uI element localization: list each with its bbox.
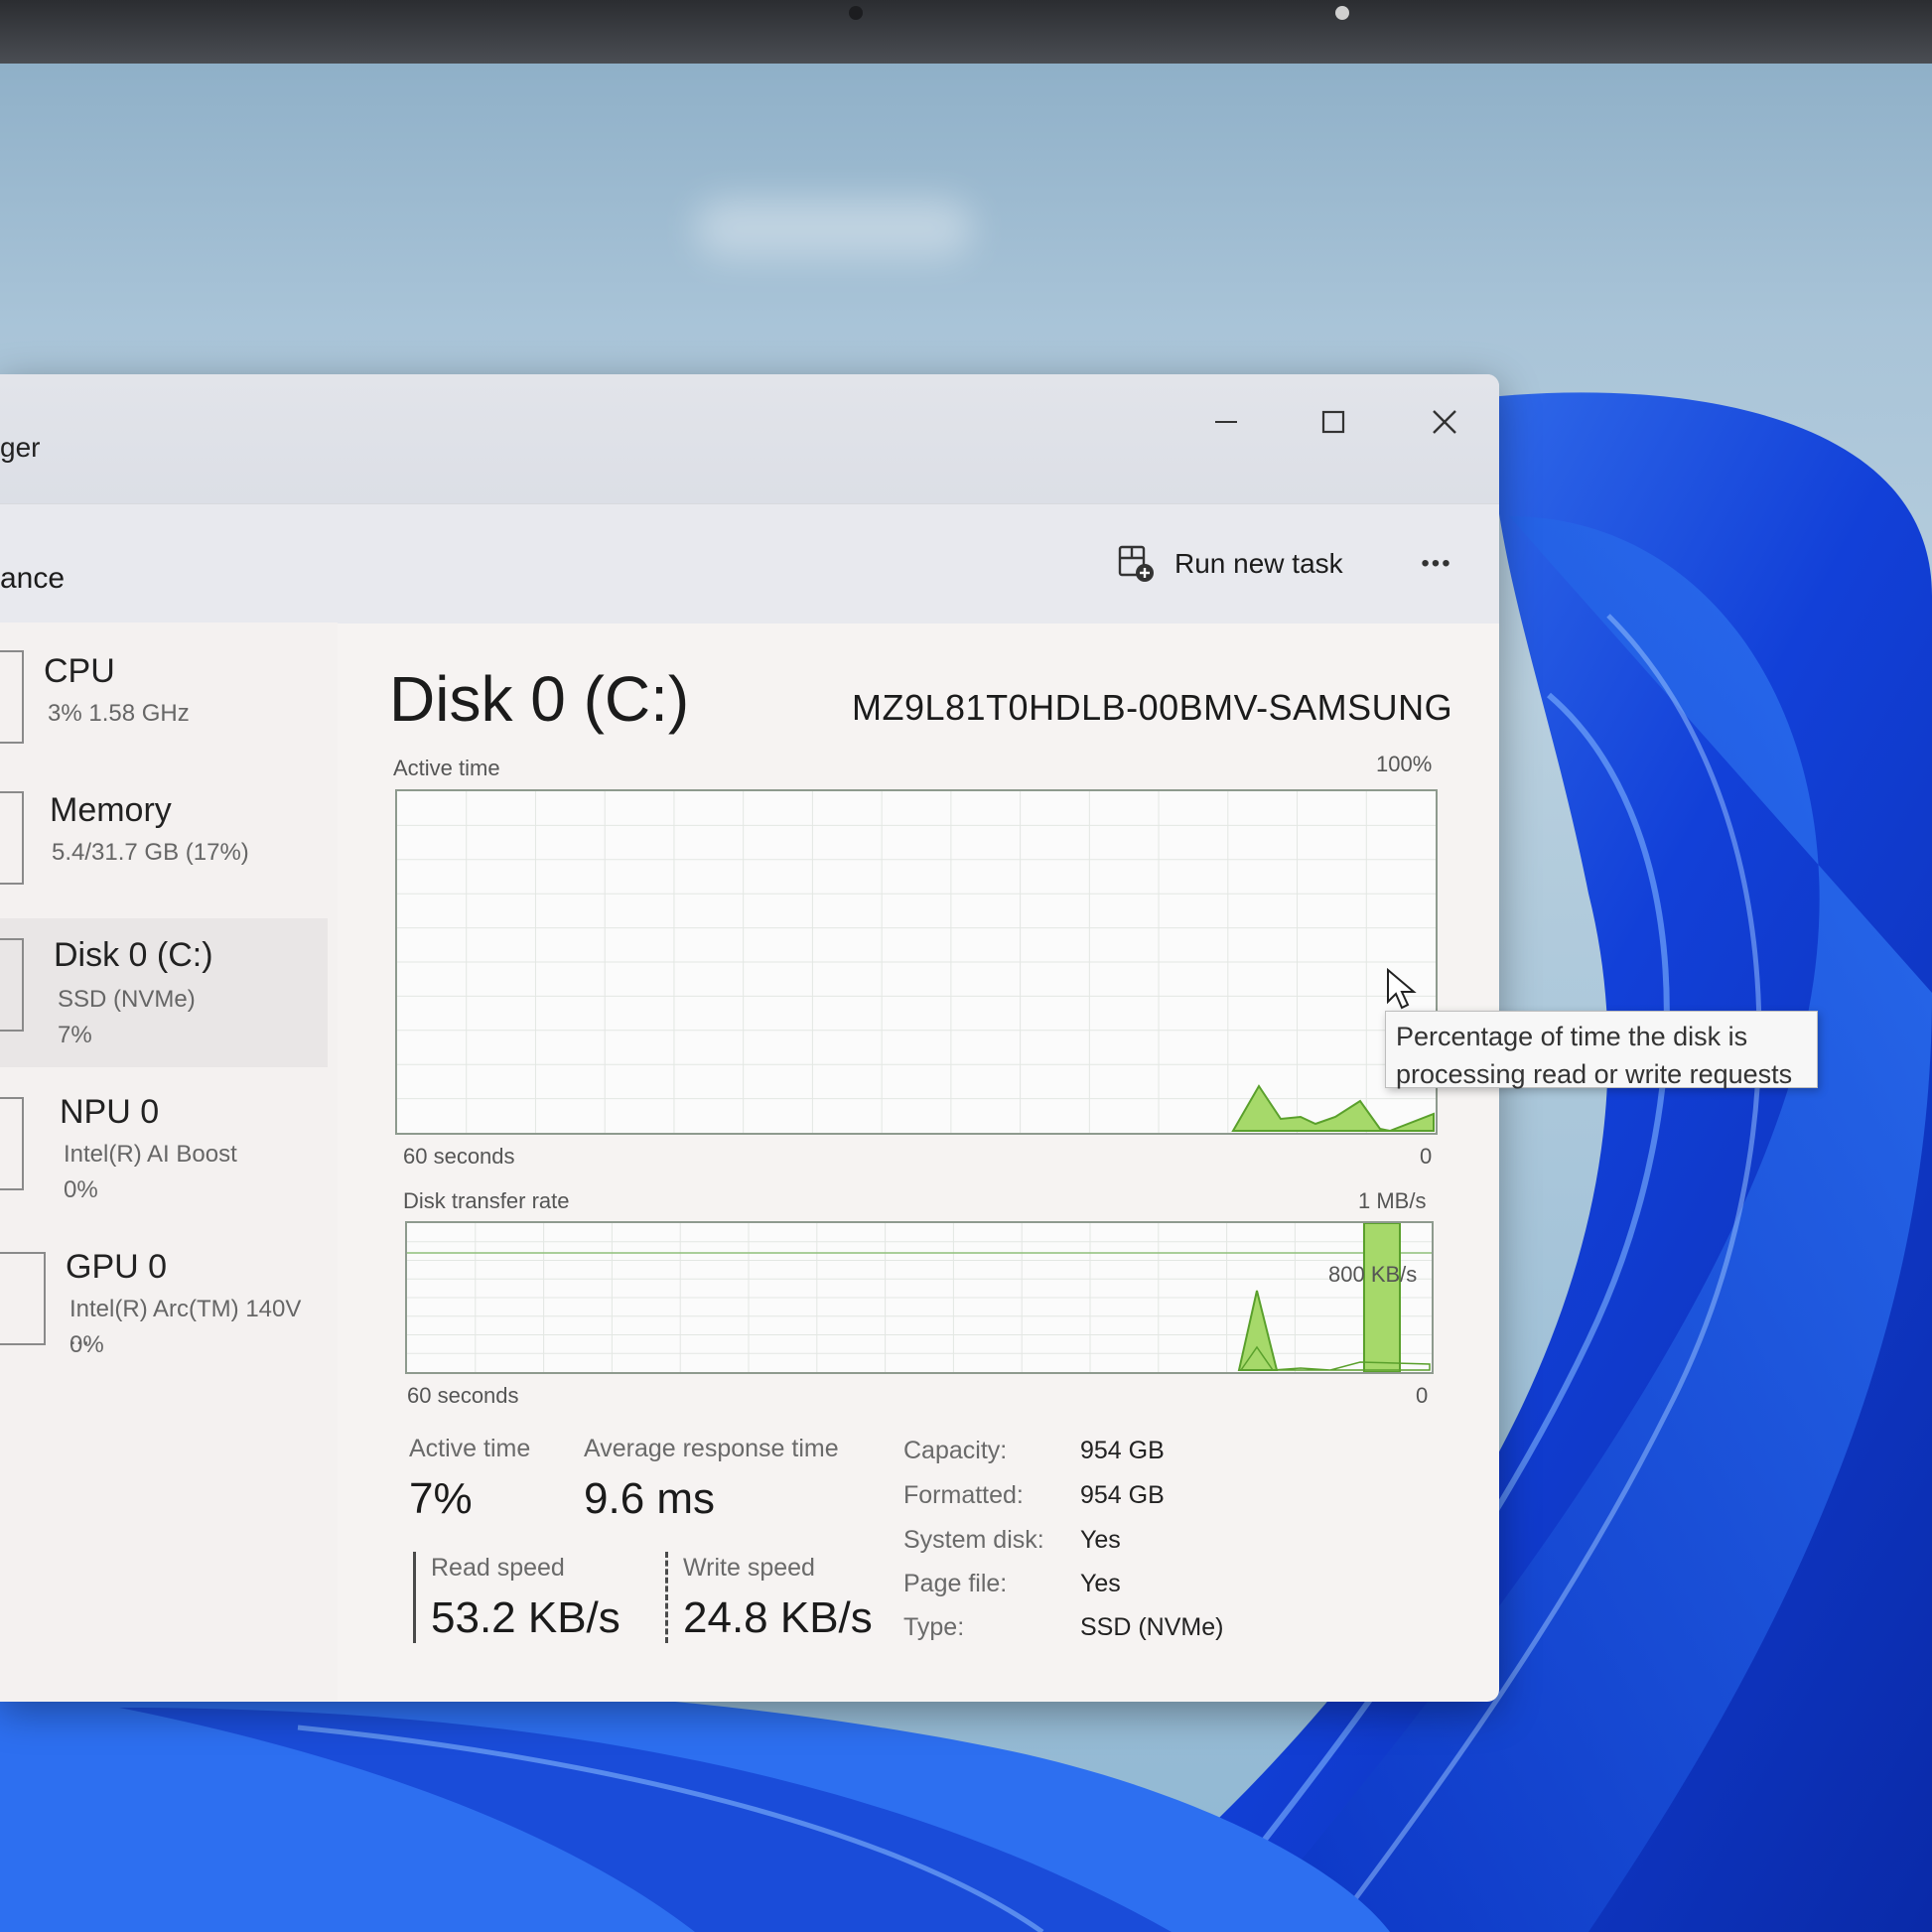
write-speed-value: 24.8 KB/s <box>683 1593 873 1642</box>
sidebar-item-disk[interactable]: Disk 0 (C:) SSD (NVMe) 7% <box>0 918 328 1067</box>
more-options-button[interactable]: ••• <box>1410 544 1463 584</box>
run-new-task-button[interactable]: Run new task <box>1117 544 1343 584</box>
sidebar-item-cpu[interactable]: CPU 3% 1.58 GHz <box>0 642 328 791</box>
transfer-grid <box>407 1223 1432 1372</box>
sidebar-item-label: Disk 0 (C:) <box>54 936 213 974</box>
active-time-graph[interactable] <box>395 789 1438 1135</box>
transfer-mid-label: 800 KB/s <box>1328 1262 1418 1287</box>
transfer-xaxis-left: 60 seconds <box>407 1383 519 1408</box>
maximize-button[interactable] <box>1289 392 1378 452</box>
prop-page-file-key: Page file: <box>903 1570 1008 1597</box>
read-series-peak <box>1237 1290 1279 1371</box>
prop-page-file-value: Yes <box>1080 1570 1121 1597</box>
read-speed-label: Read speed <box>431 1554 565 1582</box>
disk-model: MZ9L81T0HDLB-00BMV-SAMSUNG <box>852 687 1453 728</box>
active-time-plot <box>397 791 1436 1133</box>
active-time-stat-value: 7% <box>409 1474 473 1523</box>
write-speed-legend-line <box>665 1552 668 1643</box>
write-speed-label: Write speed <box>683 1554 815 1582</box>
close-button[interactable] <box>1400 392 1489 452</box>
active-time-xaxis-left: 60 seconds <box>403 1144 515 1169</box>
sidebar: CPU 3% 1.58 GHz Memory 5.4/31.7 GB (17%)… <box>0 622 338 1702</box>
sidebar-item-detail: Intel(R) AI Boost <box>64 1141 237 1168</box>
transfer-spike-bar <box>1363 1223 1401 1372</box>
minimize-icon <box>1215 421 1237 423</box>
window-title: ger <box>0 432 41 463</box>
transfer-rate-plot <box>407 1223 1432 1372</box>
prop-formatted-key: Formatted: <box>903 1481 1024 1509</box>
sidebar-item-npu[interactable]: NPU 0 Intel(R) AI Boost 0% <box>0 1077 328 1226</box>
sidebar-item-label: Memory <box>50 791 172 829</box>
disk-title: Disk 0 (C:) <box>389 663 690 735</box>
sidebar-item-label: NPU 0 <box>60 1093 160 1131</box>
active-time-grid <box>397 791 1436 1133</box>
prop-formatted-value: 954 GB <box>1080 1481 1165 1509</box>
active-time-graph-max: 100% <box>1376 752 1433 776</box>
more-options-icon: ••• <box>1421 550 1452 577</box>
tooltip-line-1: Percentage of time the disk is <box>1396 1022 1748 1051</box>
avg-response-value: 9.6 ms <box>584 1474 716 1523</box>
transfer-xaxis-right: 0 <box>1416 1383 1429 1408</box>
prop-type-value: SSD (NVMe) <box>1080 1613 1224 1641</box>
sidebar-item-detail: SSD (NVMe) <box>58 986 196 1013</box>
sidebar-item-detail: 5.4/31.7 GB (17%) <box>52 839 249 866</box>
sidebar-item-memory[interactable]: Memory 5.4/31.7 GB (17%) <box>0 781 328 930</box>
active-time-graph-label: Active time <box>393 756 500 780</box>
sidebar-item-usage: 0% <box>69 1331 104 1358</box>
prop-system-disk-key: System disk: <box>903 1526 1044 1554</box>
sidebar-item-gpu[interactable]: GPU 0 Intel(R) Arc(TM) 140V ... 0% <box>0 1232 328 1381</box>
minimize-button[interactable] <box>1181 392 1271 452</box>
prop-capacity-key: Capacity: <box>903 1437 1008 1464</box>
disk-mini-graph <box>0 938 24 1032</box>
tooltip-line-2: processing read or write requests <box>1396 1059 1793 1089</box>
read-speed-legend-line <box>413 1552 416 1643</box>
task-manager-window: ger ance Run new task ••• CPU 3% 1.58 GH… <box>0 374 1499 1702</box>
mouse-cursor-icon <box>1387 968 1417 1010</box>
transfer-rate-graph[interactable] <box>405 1221 1434 1374</box>
sidebar-item-label: GPU 0 <box>66 1248 168 1286</box>
read-speed-value: 53.2 KB/s <box>431 1593 621 1642</box>
toolbar: ance Run new task ••• <box>0 503 1499 623</box>
npu-mini-graph <box>0 1097 24 1190</box>
run-task-icon <box>1118 545 1154 582</box>
sidebar-item-usage: 0% <box>64 1176 98 1203</box>
title-bar: ger <box>0 374 1499 503</box>
sidebar-item-usage: 7% <box>58 1022 92 1048</box>
sidebar-item-detail: 3% 1.58 GHz <box>48 700 190 727</box>
page-heading: ance <box>0 562 66 595</box>
prop-system-disk-value: Yes <box>1080 1526 1121 1554</box>
cpu-mini-graph <box>0 650 24 744</box>
prop-capacity-value: 954 GB <box>1080 1437 1165 1464</box>
run-new-task-label: Run new task <box>1174 548 1343 579</box>
sidebar-item-label: CPU <box>44 652 115 690</box>
memory-mini-graph <box>0 791 24 885</box>
close-icon <box>1433 410 1456 434</box>
prop-type-key: Type: <box>903 1613 965 1641</box>
active-time-stat-label: Active time <box>409 1435 531 1462</box>
active-time-xaxis-right: 0 <box>1420 1144 1433 1169</box>
avg-response-label: Average response time <box>584 1435 839 1462</box>
tooltip: Percentage of time the disk is processin… <box>1385 1011 1818 1089</box>
transfer-graph-label: Disk transfer rate <box>403 1188 570 1213</box>
transfer-graph-max: 1 MB/s <box>1358 1188 1427 1213</box>
gpu-mini-graph <box>0 1252 46 1345</box>
maximize-icon <box>1321 410 1345 434</box>
sidebar-item-detail: Intel(R) Arc(TM) 140V ... <box>69 1296 302 1350</box>
